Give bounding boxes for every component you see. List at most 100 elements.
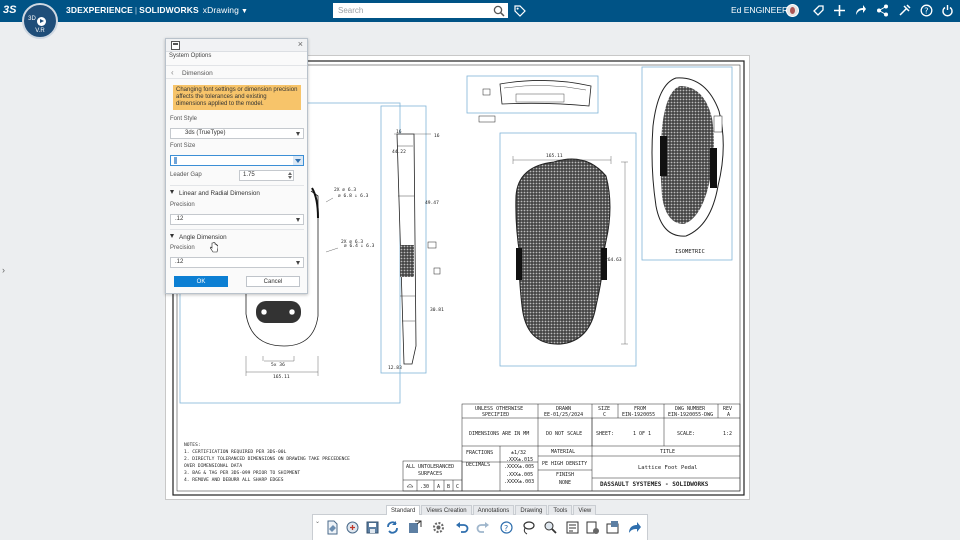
tab-standard[interactable]: Standard [386,505,421,515]
svg-text:16: 16 [396,129,402,135]
angle-precision-select[interactable]: .12 [170,257,304,268]
chevron-down-icon[interactable] [293,156,303,165]
collapse-icon [170,190,174,194]
svg-text:12.83: 12.83 [388,365,402,371]
help-icon[interactable]: ? [920,4,933,17]
app-switcher[interactable]: xDrawing ▼ [203,5,248,15]
text-caret [174,157,177,164]
lasso-icon[interactable] [521,520,536,535]
settings-icon[interactable] [431,520,446,535]
svg-text:Lattice Foot Pedal: Lattice Foot Pedal [638,465,698,471]
svg-text:1 OF 1: 1 OF 1 [633,431,651,437]
svg-text:SHEET:: SHEET: [596,431,614,437]
svg-text:PE HIGH DENSITY: PE HIGH DENSITY [542,461,587,467]
sheet-properties-icon[interactable] [565,520,580,535]
svg-text:2. DIRECTLY TOLERANCED DIMENSI: 2. DIRECTLY TOLERANCED DIMENSIONS ON DRA… [184,456,350,462]
font-size-label: Font Size [170,143,196,149]
chevron-down-icon[interactable]: ⌄ [315,518,320,525]
send-icon[interactable] [854,4,867,17]
tools-icon[interactable] [898,4,911,17]
chevron-down-icon [296,218,300,222]
open-icon[interactable] [345,520,360,535]
linear-radial-group-header[interactable]: Linear and Radial Dimension [170,190,260,197]
svg-text:44.22: 44.22 [392,149,406,155]
svg-text:ISOMETRIC: ISOMETRIC [675,249,705,255]
share-icon[interactable] [812,4,825,17]
angle-group-header[interactable]: Angle Dimension [170,234,227,241]
new-doc-icon[interactable] [325,520,340,535]
svg-text:.XXX±.005: .XXX±.005 [506,472,533,478]
system-options-panel[interactable]: × System Options ‹ Dimension Changing fo… [165,38,308,294]
svg-text:.30: .30 [420,484,429,490]
rebuild-icon[interactable] [385,520,400,535]
divider [170,229,304,230]
angle-precision-label: Precision [170,245,195,251]
section-title: Dimension [182,70,213,77]
svg-text:NONE: NONE [559,480,571,486]
save-as-icon[interactable] [407,520,422,535]
svg-text:DASSAULT SYSTEMES - SOLIDWORKS: DASSAULT SYSTEMES - SOLIDWORKS [600,481,709,488]
compass-icon[interactable]: 3D V.R [22,3,58,39]
panel-header: × [166,39,307,52]
svg-text:.XXXX±.005: .XXXX±.005 [504,464,534,470]
chevron-down-icon: ▼ [240,8,248,15]
back-icon[interactable]: ‹ [171,68,174,77]
svg-text:EIN-1920055: EIN-1920055 [622,412,655,418]
search-icon[interactable] [493,5,505,17]
user-name[interactable]: Ed ENGINEER [731,5,788,15]
hand-cursor-icon [209,242,218,253]
svg-text:FINISH: FINISH [556,472,574,478]
save-icon[interactable] [365,520,380,535]
add-icon[interactable] [833,4,846,17]
profile-tolerance-icon [406,484,414,488]
isometric-view[interactable] [651,77,724,237]
search-input[interactable] [333,3,508,18]
sheet-format-icon[interactable] [585,520,600,535]
power-icon[interactable] [941,4,954,17]
network-icon[interactable] [876,4,889,17]
leader-gap-input[interactable]: 1.75 [239,170,294,181]
tab-view[interactable]: View [573,505,597,515]
cancel-button[interactable]: Cancel [246,276,300,287]
export-icon[interactable] [605,520,620,535]
ok-button[interactable]: OK [174,276,228,287]
tag-icon[interactable] [514,5,526,17]
svg-text:.XXXX±.003: .XXXX±.003 [504,479,534,485]
panel-title: System Options [169,53,212,59]
svg-text:165.11: 165.11 [546,153,563,159]
tab-tools[interactable]: Tools [548,505,573,515]
close-icon[interactable]: × [298,39,303,49]
bottom-view[interactable] [512,156,628,345]
svg-text:30.81: 30.81 [430,307,444,313]
svg-text:⌀ 6.8 ↓ 6.3: ⌀ 6.8 ↓ 6.3 [338,193,369,199]
redo-icon[interactable] [475,520,490,535]
top-view[interactable] [478,80,592,123]
share-icon[interactable] [627,520,642,535]
svg-text:MATERIAL: MATERIAL [551,449,575,455]
svg-text:⌀ 6.4 ↓ 6.3: ⌀ 6.4 ↓ 6.3 [344,243,375,249]
font-size-input[interactable] [170,155,304,166]
spinner-icon[interactable] [288,172,292,179]
divider [170,185,304,186]
tab-drawing[interactable]: Drawing [515,505,548,515]
svg-text:EIN-1920055-DWG: EIN-1920055-DWG [668,412,713,418]
avatar[interactable] [786,4,799,17]
tab-annotations[interactable]: Annotations [472,505,515,515]
svg-text:165.11: 165.11 [273,374,290,380]
tab-views-creation[interactable]: Views Creation [421,505,472,515]
svg-text:1. CERTIFICATION REQUIRED PER: 1. CERTIFICATION REQUIRED PER 3DS-00L [184,449,287,455]
expand-panel-icon[interactable]: › [2,265,5,275]
svg-text:?: ? [504,524,508,533]
svg-text:?: ? [924,7,928,16]
undo-icon[interactable] [455,520,470,535]
linear-precision-select[interactable]: .12 [170,214,304,225]
font-style-select[interactable]: 3ds (TrueType) [170,128,304,139]
help-icon[interactable]: ? [499,520,514,535]
side-view[interactable] [394,133,441,365]
svg-text:±1/32: ±1/32 [511,450,526,456]
brand-title: 3DEXPERIENCE | SOLIDWORKS xDrawing ▼ [66,5,248,15]
svg-text:264.63: 264.63 [605,257,622,263]
svg-text:5x 36: 5x 36 [271,362,285,368]
leader-gap-label: Leader Gap [170,172,202,178]
zoom-icon[interactable] [543,520,558,535]
